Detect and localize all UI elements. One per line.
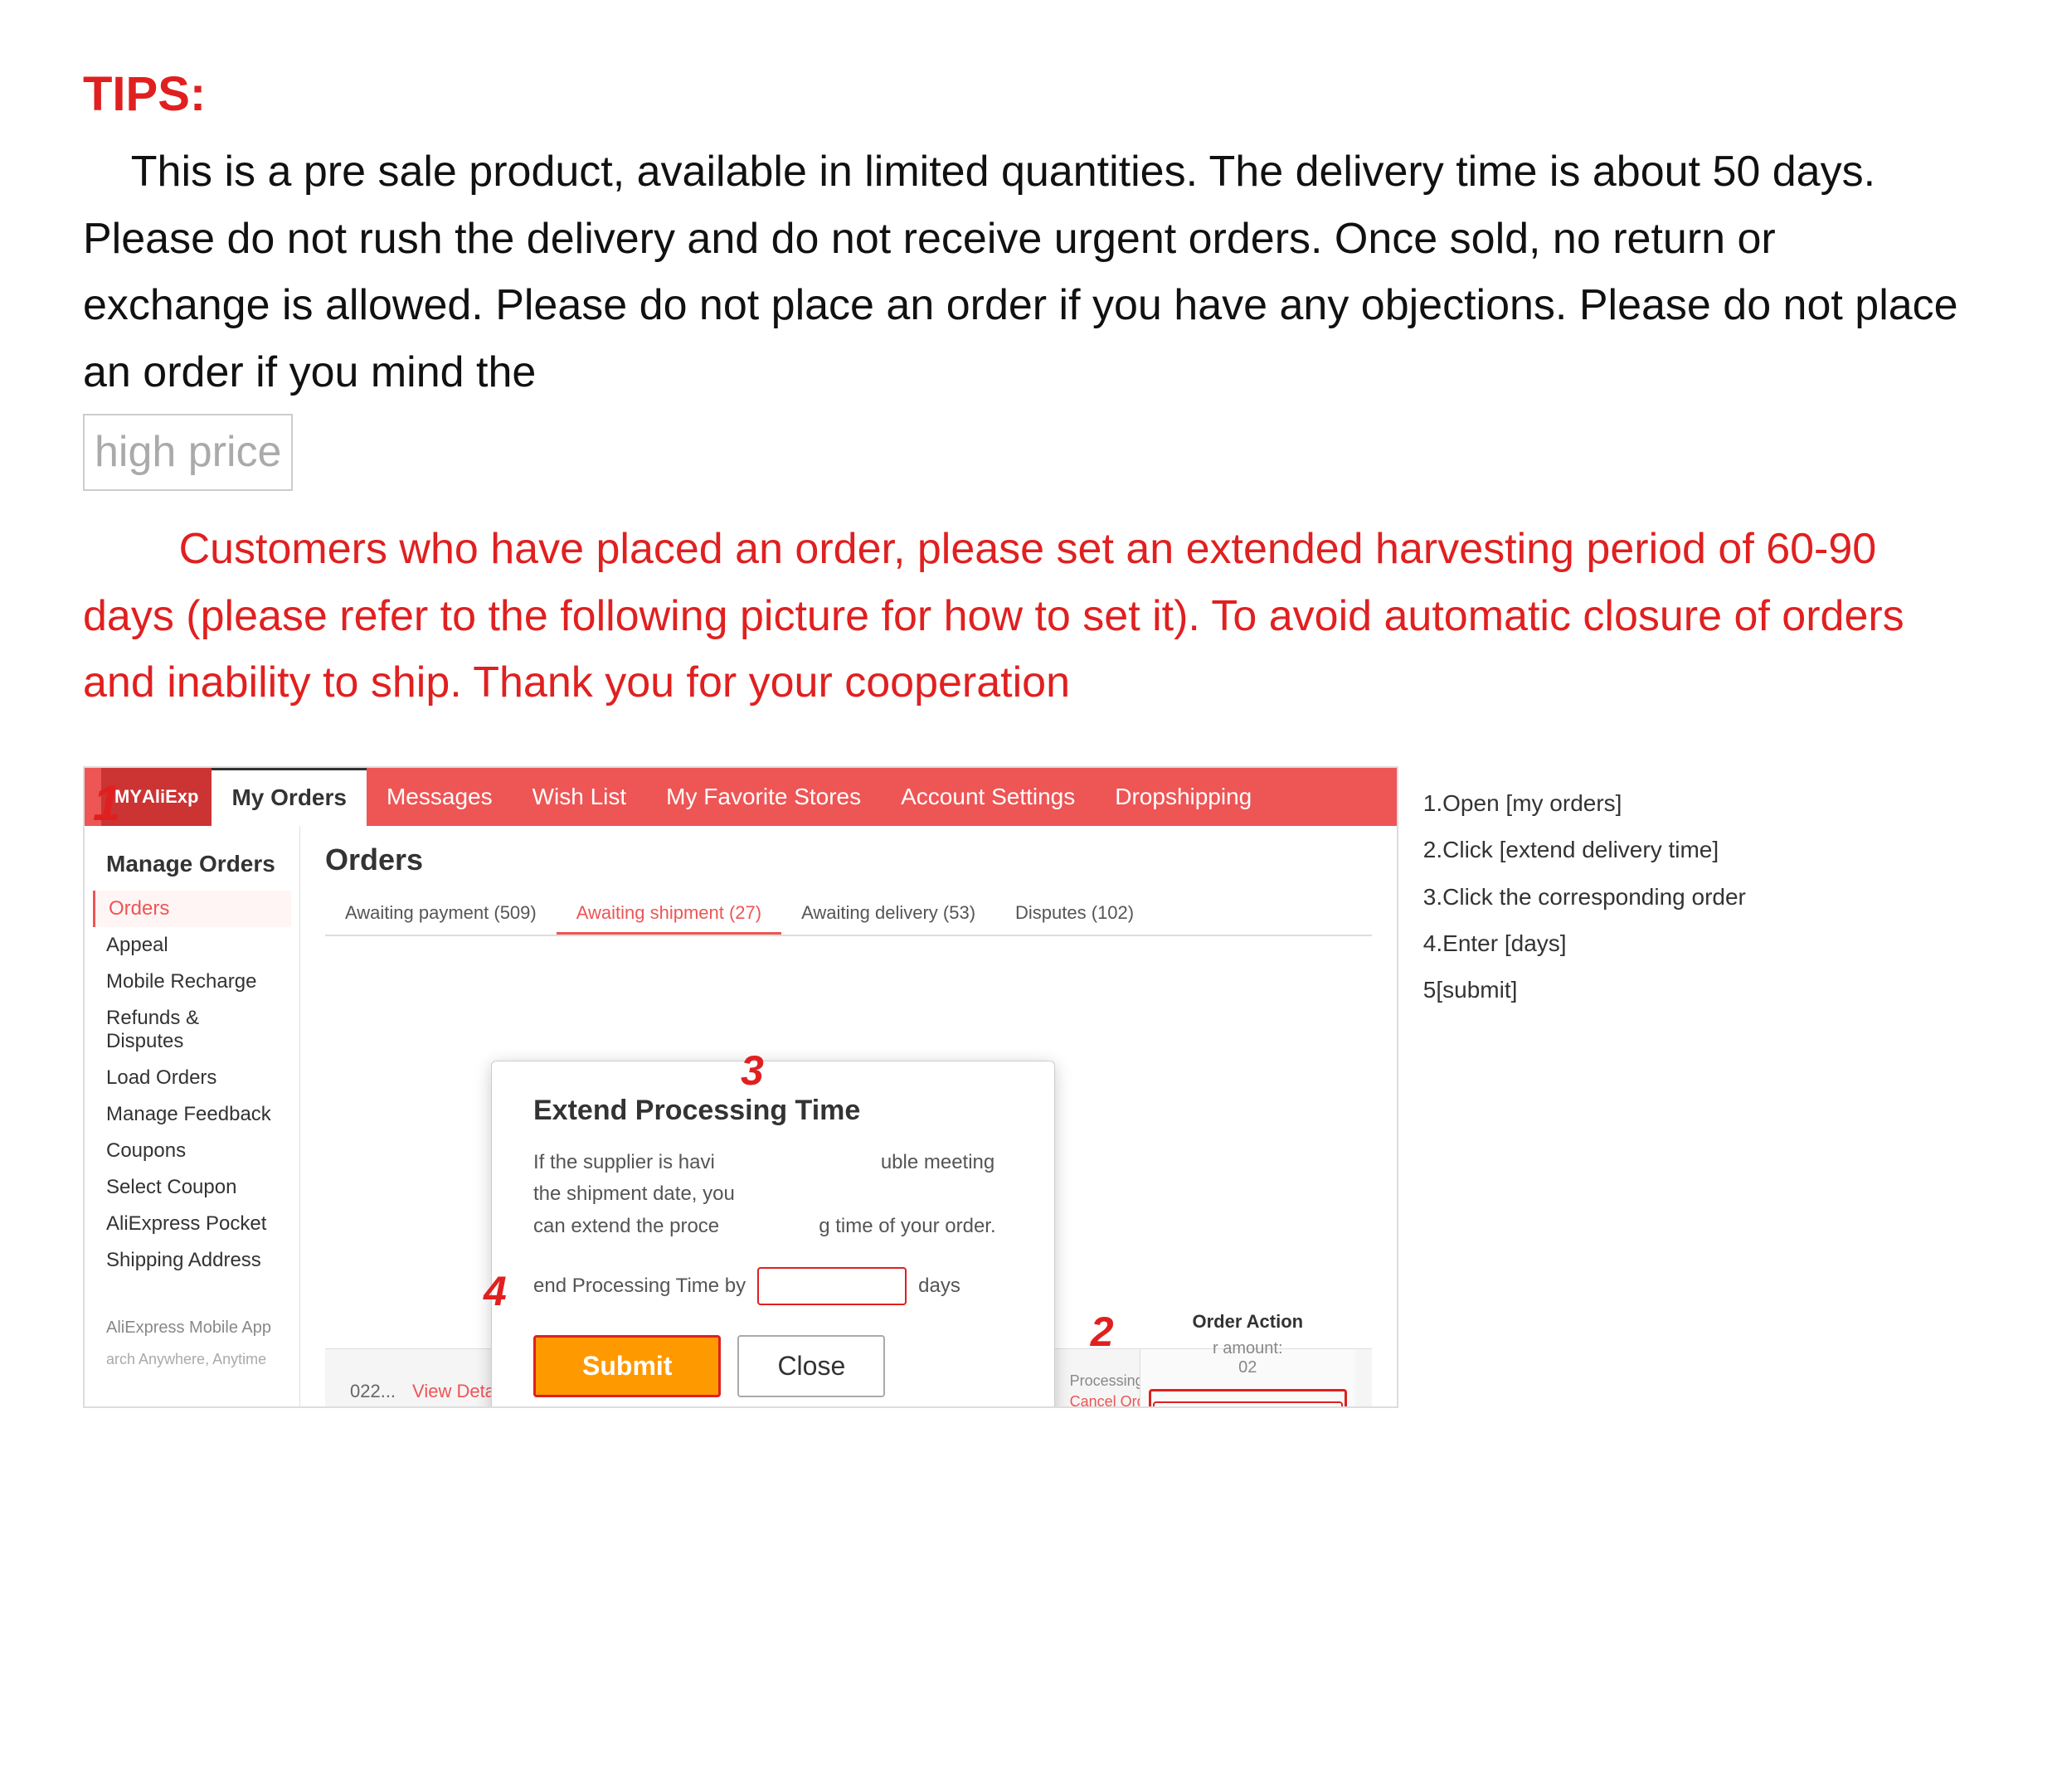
step3-badge: 3 bbox=[741, 1047, 764, 1095]
sidebar-title: Manage Orders bbox=[93, 843, 291, 886]
modal-input-row: end Processing Time by days bbox=[533, 1267, 1013, 1305]
aliexpress-panel: 1 MYAliExp My Orders Messages Wish List … bbox=[83, 766, 1398, 1408]
extend-processing-button[interactable]: Extend Processing Time bbox=[1153, 1401, 1343, 1408]
order-amount-value: 02 bbox=[1238, 1358, 1257, 1377]
main-content: Orders Awaiting payment (509) Awaiting s… bbox=[300, 826, 1397, 1406]
tips-body: This is a pre sale product, available in… bbox=[83, 138, 1974, 516]
step-5-label: 5[submit] bbox=[1423, 969, 1949, 1011]
sidebar-item-express-pocket[interactable]: AliExpress Pocket bbox=[93, 1206, 291, 1242]
orders-title: Orders bbox=[325, 843, 1372, 877]
tips-label: TIPS: bbox=[83, 66, 1974, 122]
step-2-label: 2.Click [extend delivery time] bbox=[1423, 829, 1949, 871]
sidebar-item-feedback[interactable]: Manage Feedback bbox=[93, 1096, 291, 1133]
tips-section: TIPS: This is a pre sale product, availa… bbox=[83, 66, 1974, 516]
nav-messages[interactable]: Messages bbox=[367, 768, 513, 826]
submit-button[interactable]: Submit bbox=[533, 1335, 721, 1397]
footer-app-label: AliExpress Mobile App bbox=[93, 1312, 291, 1344]
top-nav: MYAliExp My Orders Messages Wish List My… bbox=[85, 768, 1397, 826]
step2-badge: 2 bbox=[1091, 1308, 1114, 1356]
tab-awaiting-shipment[interactable]: Awaiting shipment (27) bbox=[557, 894, 781, 935]
sidebar-item-coupons[interactable]: Coupons bbox=[93, 1133, 291, 1169]
sidebar-item-load-orders[interactable]: Load Orders bbox=[93, 1060, 291, 1096]
right-panel: 1.Open [my orders] 2.Click [extend deliv… bbox=[1398, 766, 1974, 1408]
extend-btn-wrapper: Extend Processing Time bbox=[1149, 1389, 1347, 1408]
step-3-label: 3.Click the corresponding order bbox=[1423, 877, 1949, 918]
order-id: 022... bbox=[350, 1381, 396, 1402]
extend-btn-box: Extend Processing Time bbox=[1149, 1389, 1347, 1408]
nav-my-orders[interactable]: My Orders bbox=[212, 768, 367, 826]
modal-title: Extend Processing Time bbox=[533, 1095, 1013, 1127]
tab-disputes[interactable]: Disputes (102) bbox=[995, 894, 1154, 935]
order-amount-label: r amount: bbox=[1213, 1339, 1282, 1358]
step-4-label: 4.Enter [days] bbox=[1423, 923, 1949, 964]
step1-badge: 1 bbox=[93, 775, 120, 832]
nav-dropshipping[interactable]: Dropshipping bbox=[1095, 768, 1272, 826]
screenshot-area: 1 MYAliExp My Orders Messages Wish List … bbox=[83, 766, 1974, 1408]
days-input[interactable] bbox=[757, 1267, 907, 1305]
sidebar: Manage Orders Orders Appeal Mobile Recha… bbox=[85, 826, 300, 1406]
red-notice: Customers who have placed an order, plea… bbox=[83, 516, 1974, 716]
sidebar-item-refunds[interactable]: Refunds & Disputes bbox=[93, 1000, 291, 1060]
order-action-panel: 2 Order Action r amount: 02 Extend Proce… bbox=[1140, 1349, 1355, 1408]
sidebar-item-orders[interactable]: Orders bbox=[93, 891, 291, 927]
sidebar-item-appeal[interactable]: Appeal bbox=[93, 927, 291, 964]
extend-processing-modal: 3 Extend Processing Time If the supplier… bbox=[491, 1061, 1055, 1408]
input-prefix: end Processing Time by bbox=[533, 1275, 746, 1298]
orders-tabs: Awaiting payment (509) Awaiting shipment… bbox=[325, 894, 1372, 936]
content-area: Manage Orders Orders Appeal Mobile Recha… bbox=[85, 826, 1397, 1406]
order-action-title: Order Action bbox=[1192, 1311, 1303, 1333]
modal-body: If the supplier is havi uble meeting the… bbox=[533, 1147, 1013, 1242]
view-detail[interactable]: View Detail bbox=[412, 1381, 503, 1402]
input-suffix: days bbox=[918, 1275, 960, 1298]
tab-awaiting-payment[interactable]: Awaiting payment (509) bbox=[325, 894, 557, 935]
nav-wish-list[interactable]: Wish List bbox=[513, 768, 647, 826]
high-price-text: high price bbox=[83, 414, 293, 491]
sidebar-item-shipping[interactable]: Shipping Address bbox=[93, 1242, 291, 1279]
sidebar-item-mobile-recharge[interactable]: Mobile Recharge bbox=[93, 964, 291, 1000]
step-1-label: 1.Open [my orders] bbox=[1423, 783, 1949, 824]
tab-awaiting-delivery[interactable]: Awaiting delivery (53) bbox=[781, 894, 995, 935]
sidebar-item-select-coupon[interactable]: Select Coupon bbox=[93, 1169, 291, 1206]
nav-favorite-stores[interactable]: My Favorite Stores bbox=[646, 768, 881, 826]
modal-buttons: Submit Close bbox=[533, 1335, 1013, 1397]
nav-account-settings[interactable]: Account Settings bbox=[881, 768, 1095, 826]
footer-tagline: arch Anywhere, Anytime bbox=[93, 1344, 291, 1375]
close-button[interactable]: Close bbox=[737, 1335, 885, 1397]
